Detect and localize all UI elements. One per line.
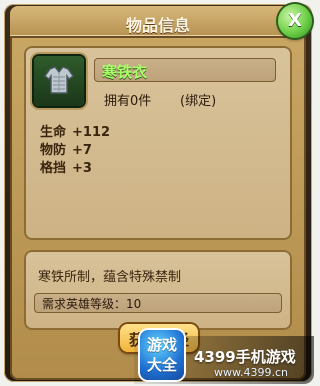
stat-label: 格挡 [40, 161, 67, 176]
item-slot [34, 56, 84, 106]
armor-icon [44, 66, 74, 94]
dialog-title: 物品信息 [125, 16, 190, 35]
stat-label: 生命 [40, 125, 67, 140]
binding-status: (绑定) [180, 94, 217, 109]
description-panel: 寒铁所制，蕴含特殊禁制 需求英雄等级：10 [24, 250, 292, 330]
stat-value: +7 [72, 143, 92, 158]
stats-list: 生命 +112 物防 +7 格挡 +3 [40, 124, 110, 178]
stat-health: 生命 +112 [40, 124, 110, 142]
item-info-dialog: 物品信息 X 寒铁衣 拥有0件 (绑定) 生命 +112 物防 +7 格挡 +3 [10, 4, 312, 380]
requirement-bar: 需求英雄等级：10 [34, 293, 282, 313]
item-description: 寒铁所制，蕴含特殊禁制 [38, 270, 182, 285]
item-details-panel: 寒铁衣 拥有0件 (绑定) 生命 +112 物防 +7 格挡 +3 [24, 46, 292, 240]
stat-label: 物防 [40, 143, 67, 158]
item-name: 寒铁衣 [102, 63, 148, 81]
close-button[interactable]: X [278, 4, 312, 38]
close-icon: X [288, 10, 302, 31]
owned-count: 拥有0件 [104, 94, 152, 109]
level-requirement: 需求英雄等级：10 [42, 297, 142, 311]
title-bar: 物品信息 [10, 6, 306, 36]
watermark-url: www.4399.cn [214, 366, 288, 379]
stat-value: +112 [72, 125, 111, 140]
stat-block: 格挡 +3 [40, 160, 110, 178]
watermark-badge-line1: 游戏 [146, 336, 177, 354]
item-name-bar: 寒铁衣 [94, 58, 276, 82]
watermark-badge-line2: 大全 [146, 356, 177, 374]
watermark-brand: 4399手机游戏 [194, 348, 296, 366]
stat-value: +3 [72, 161, 92, 176]
watermark-logo: 游戏 大全 [140, 330, 184, 380]
stat-physical-defense: 物防 +7 [40, 142, 110, 160]
